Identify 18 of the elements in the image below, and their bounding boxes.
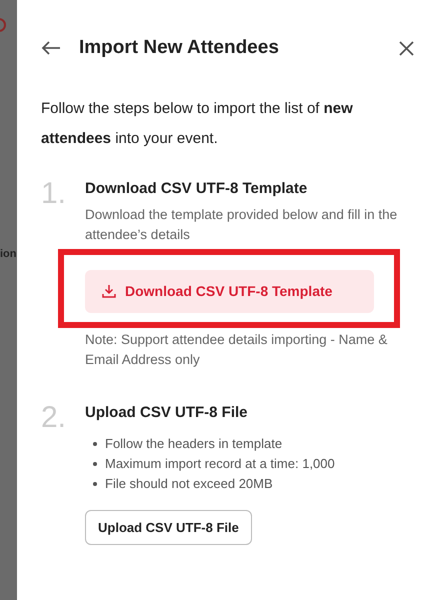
intro-text: Follow the steps below to import the list of new attendees into your event. xyxy=(41,99,354,149)
upload-button[interactable]: Upload CSV UTF-8 File xyxy=(85,510,252,545)
bullet-icon xyxy=(93,482,97,486)
step-title: Upload CSV UTF-8 File xyxy=(85,402,249,422)
bullet-icon xyxy=(93,442,97,446)
bullet-text: File should not exceed 20MB xyxy=(105,475,273,493)
bullet-icon xyxy=(93,462,97,466)
bullet-text: Follow the headers in template xyxy=(105,435,282,453)
close-icon[interactable] xyxy=(399,40,414,56)
bullet-text: Maximum import record at a time: 1,000 xyxy=(105,455,335,473)
step-note: Note: Support attendee details importing - Name & Email Address only xyxy=(85,330,388,369)
step-description: Download the template provided below and fill in the attendee’s details xyxy=(85,206,398,244)
download-button[interactable]: Download CSV UTF-8 Template xyxy=(85,270,374,312)
step-title: Download CSV UTF-8 Template xyxy=(85,179,308,199)
download-icon xyxy=(101,283,117,299)
back-arrow-icon[interactable] xyxy=(41,40,61,56)
dialog-title: Import New Attendees xyxy=(79,36,279,60)
backdrop-text: ion xyxy=(0,247,16,262)
